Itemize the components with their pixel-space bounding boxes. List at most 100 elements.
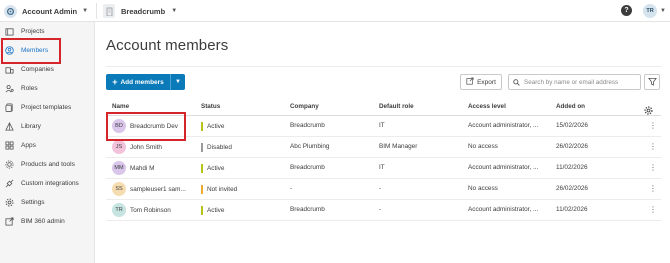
export-button[interactable]: Export bbox=[460, 74, 502, 90]
default-role-cell: IT bbox=[379, 122, 385, 129]
table-row[interactable]: SS sampleuser1 sam... Not invited - - No… bbox=[106, 179, 661, 200]
project-templates-icon bbox=[5, 103, 14, 112]
access-level-cell: Account administrator, ... bbox=[468, 164, 539, 171]
breadcrumb-label: Breadcrumb bbox=[121, 6, 166, 16]
access-level-cell: Account administrator, ... bbox=[468, 206, 539, 213]
gear-icon bbox=[5, 198, 14, 207]
company-cell: Breadcrumb bbox=[290, 122, 325, 129]
more-options-icon[interactable]: ⋮ bbox=[649, 205, 657, 215]
sidebar-item-bim360-admin[interactable]: BIM 360 admin bbox=[0, 212, 95, 231]
user-menu[interactable]: TR ▼ bbox=[643, 4, 666, 18]
column-header-status[interactable]: Status bbox=[201, 103, 220, 110]
search-input[interactable] bbox=[524, 78, 640, 86]
table-row[interactable]: JS John Smith Disabled Abc Plumbing BIM … bbox=[106, 137, 661, 158]
filter-button[interactable] bbox=[644, 74, 660, 90]
account-switcher[interactable]: Account Admin ▼ bbox=[4, 4, 88, 18]
members-table: Name Status Company Default role Access … bbox=[106, 98, 661, 221]
member-name: John Smith bbox=[130, 143, 162, 151]
added-on-cell: 11/02/2026 bbox=[556, 206, 588, 213]
member-name-cell[interactable]: JS John Smith bbox=[112, 140, 162, 154]
external-link-icon bbox=[5, 217, 14, 226]
status-cell: Disabled bbox=[201, 143, 232, 152]
more-options-icon[interactable]: ⋮ bbox=[649, 184, 657, 194]
default-role-cell: - bbox=[379, 185, 382, 192]
column-header-default-role[interactable]: Default role bbox=[379, 103, 414, 110]
more-options-icon[interactable]: ⋮ bbox=[649, 142, 657, 152]
sidebar-item-label: Roles bbox=[21, 85, 38, 92]
member-name-cell[interactable]: TR Tom Robinson bbox=[112, 203, 171, 217]
projects-icon bbox=[5, 27, 14, 36]
apps-icon bbox=[5, 141, 14, 150]
added-on-cell: 26/02/2026 bbox=[556, 185, 588, 192]
plus-icon: + bbox=[112, 76, 118, 87]
chevron-down-icon[interactable]: ▼ bbox=[171, 74, 185, 90]
table-row[interactable]: BD Breadcrumb Dev Active Breadcrumb IT A… bbox=[106, 116, 661, 137]
add-members-label: Add members bbox=[120, 78, 164, 86]
member-name-cell[interactable]: SS sampleuser1 sam... bbox=[112, 182, 186, 196]
sidebar-item-settings[interactable]: Settings bbox=[0, 193, 95, 212]
main-content: Account members + Add members ▼ Export N… bbox=[96, 22, 670, 263]
avatar: TR bbox=[112, 203, 126, 217]
export-icon bbox=[466, 77, 474, 87]
status-label: Active bbox=[207, 165, 225, 172]
chevron-down-icon: ▼ bbox=[171, 8, 178, 14]
sidebar-item-custom-integrations[interactable]: Custom integrations bbox=[0, 174, 95, 193]
member-name-cell[interactable]: MM Mahdi M bbox=[112, 161, 155, 175]
status-cell: Active bbox=[201, 206, 224, 215]
custom-integrations-icon bbox=[5, 179, 14, 188]
status-indicator bbox=[201, 185, 203, 194]
more-options-icon[interactable]: ⋮ bbox=[649, 163, 657, 173]
member-name: Tom Robinson bbox=[130, 206, 171, 214]
roles-icon bbox=[5, 84, 14, 93]
products-tools-icon bbox=[5, 160, 14, 169]
account-icon bbox=[4, 4, 17, 18]
avatar: SS bbox=[112, 182, 126, 196]
member-name: Mahdi M bbox=[130, 164, 155, 172]
column-header-name[interactable]: Name bbox=[112, 103, 129, 110]
sidebar-item-label: Products and tools bbox=[21, 161, 75, 168]
member-name: sampleuser1 sam... bbox=[130, 185, 186, 193]
more-options-icon[interactable]: ⋮ bbox=[649, 121, 657, 131]
status-cell: Active bbox=[201, 122, 224, 131]
add-members-main[interactable]: + Add members bbox=[106, 74, 170, 90]
sidebar-item-apps[interactable]: Apps bbox=[0, 136, 95, 155]
add-members-button[interactable]: + Add members ▼ bbox=[106, 74, 185, 90]
sidebar-item-products-and-tools[interactable]: Products and tools bbox=[0, 155, 95, 174]
access-level-cell: No access bbox=[468, 185, 498, 192]
avatar: TR bbox=[643, 4, 657, 18]
chevron-down-icon: ▼ bbox=[82, 8, 89, 14]
company-cell: Breadcrumb bbox=[290, 164, 325, 171]
sidebar-item-roles[interactable]: Roles bbox=[0, 79, 95, 98]
column-header-added-on[interactable]: Added on bbox=[556, 103, 585, 110]
table-row[interactable]: TR Tom Robinson Active Breadcrumb - Acco… bbox=[106, 200, 661, 221]
status-cell: Active bbox=[201, 164, 224, 173]
help-icon[interactable]: ? bbox=[621, 5, 632, 16]
sidebar-item-label: Project templates bbox=[21, 104, 72, 111]
chevron-down-icon: ▼ bbox=[660, 8, 666, 14]
company-cell: Abc Plumbing bbox=[290, 143, 330, 150]
status-label: Not invited bbox=[207, 186, 238, 193]
account-label: Account Admin bbox=[22, 6, 78, 16]
default-role-cell: BIM Manager bbox=[379, 143, 418, 150]
table-row[interactable]: MM Mahdi M Active Breadcrumb IT Account … bbox=[106, 158, 661, 179]
sidebar-item-library[interactable]: Library bbox=[0, 117, 95, 136]
search-box[interactable] bbox=[508, 74, 641, 90]
library-icon bbox=[5, 122, 14, 131]
added-on-cell: 26/02/2026 bbox=[556, 143, 588, 150]
column-header-company[interactable]: Company bbox=[290, 103, 319, 110]
avatar: JS bbox=[112, 140, 126, 154]
sidebar-item-project-templates[interactable]: Project templates bbox=[0, 98, 95, 117]
sidebar-item-label: Settings bbox=[21, 199, 45, 206]
sidebar-item-label: Library bbox=[21, 123, 41, 130]
export-label: Export bbox=[477, 78, 496, 86]
access-level-cell: No access bbox=[468, 143, 498, 150]
sidebar-item-label: Custom integrations bbox=[21, 180, 79, 187]
default-role-cell: - bbox=[379, 206, 382, 213]
status-cell: Not invited bbox=[201, 185, 237, 194]
breadcrumb-switcher[interactable]: Breadcrumb ▼ bbox=[103, 4, 177, 18]
column-header-access-level[interactable]: Access level bbox=[468, 103, 506, 110]
divider bbox=[96, 3, 97, 19]
added-on-cell: 15/02/2026 bbox=[556, 122, 588, 129]
status-indicator bbox=[201, 164, 203, 173]
default-role-cell: IT bbox=[379, 164, 385, 171]
